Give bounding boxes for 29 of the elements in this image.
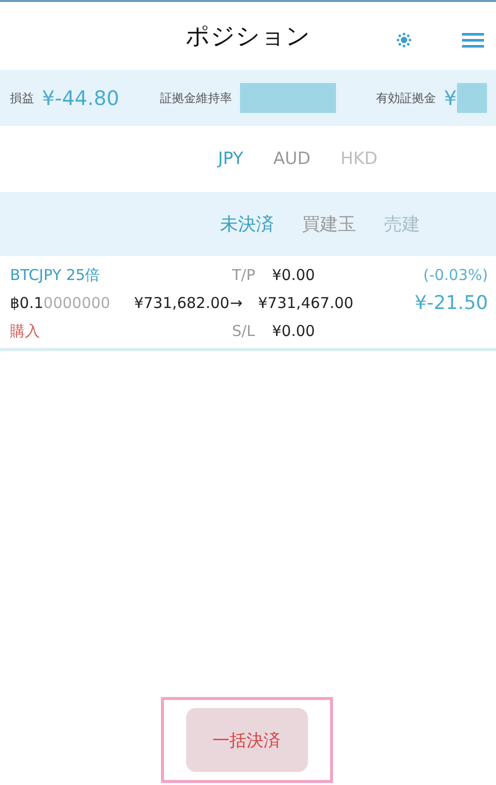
side-label: 購入 — [10, 322, 41, 340]
arrow-text: → — [230, 294, 244, 312]
currency-tab[interactable]: AUD — [273, 149, 310, 169]
sl-value: ¥0.00 — [272, 322, 315, 340]
open-price: ¥731,682.00 — [134, 294, 230, 312]
sl-label: S/L — [232, 322, 256, 340]
currency-tab[interactable]: HKD — [340, 149, 378, 169]
screen-title: ポジション — [186, 21, 310, 52]
position-tab[interactable]: 未決済 — [220, 212, 274, 236]
summary-label: 証拠金維持率 — [160, 90, 232, 106]
summary-label: 有効証拠金 — [376, 90, 436, 106]
amount-value: ฿0.10000000 — [10, 294, 112, 312]
summary-label: 損益 — [10, 90, 34, 106]
currency-tab[interactable]: JPY — [218, 149, 244, 169]
settings-icon[interactable] — [396, 32, 412, 48]
percent-change: (-0.03%) — [423, 266, 488, 284]
position-tab[interactable]: 買建玉 — [302, 212, 356, 236]
tp-value: ¥0.00 — [272, 266, 315, 284]
position-tab[interactable]: 売建 — [384, 212, 420, 236]
symbol-label: BTCJPY 25倍 — [10, 266, 102, 284]
tp-label: T/P — [232, 266, 256, 284]
pnl-value: ¥-21.50 — [414, 292, 488, 314]
menu-icon[interactable] — [462, 32, 484, 48]
position-row[interactable]: BTCJPY 25倍 T/P ¥0.00 (-0.03%) ฿0.10000000 ¥731,682.00→ ¥731,467.00 ¥-21.50 購入 S/L ¥0.00 — [0, 256, 496, 351]
close-all-button[interactable]: 一括決済 — [186, 708, 308, 772]
current-price: ¥731,467.00 — [258, 294, 354, 312]
redacted-block — [456, 83, 487, 113]
summary-value: ¥-44.80 — [42, 86, 120, 110]
summary-value: ¥ — [444, 86, 457, 110]
